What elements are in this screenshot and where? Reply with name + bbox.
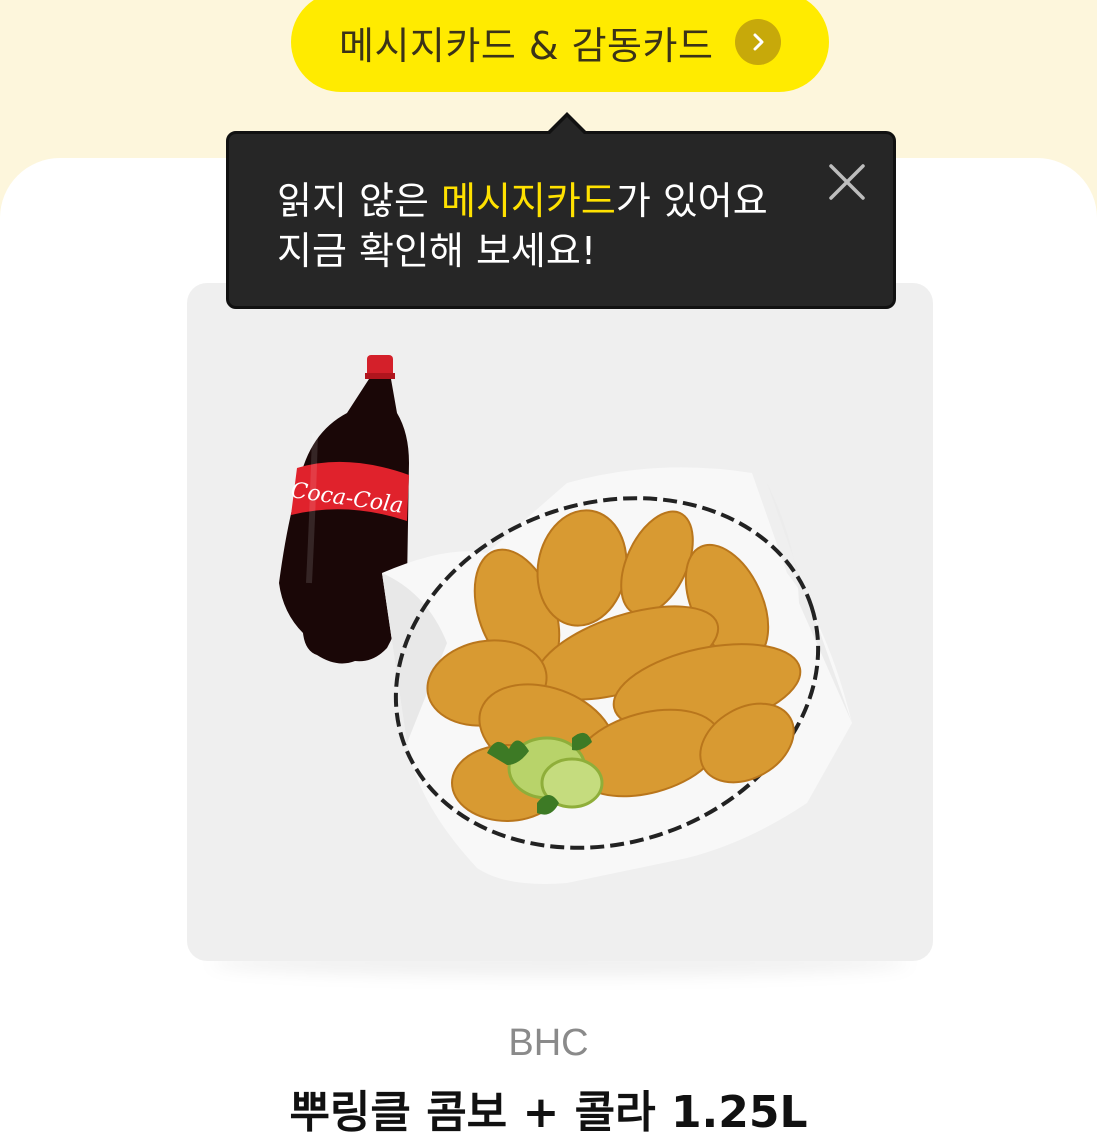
product-image-card[interactable]: Coca-Cola — [187, 283, 933, 961]
message-card-button[interactable]: 메시지카드 & 감동카드 — [291, 0, 829, 92]
tooltip-line-2: 지금 확인해 보세요! — [277, 229, 597, 273]
unread-card-tooltip: 읽지 않은 메시지카드가 있어요 지금 확인해 보세요! — [226, 112, 896, 309]
tooltip-line-1-prefix: 읽지 않은 — [277, 179, 441, 223]
message-card-button-label: 메시지카드 & 감동카드 — [339, 23, 714, 68]
brand-name: BHC — [508, 1022, 589, 1064]
tooltip-message: 읽지 않은 메시지카드가 있어요 지금 확인해 보세요! — [277, 176, 768, 276]
tooltip-highlight: 메시지카드 — [441, 179, 616, 223]
close-icon[interactable] — [825, 160, 869, 204]
tooltip-line-1-suffix: 가 있어요 — [615, 179, 768, 223]
chevron-right-icon — [735, 19, 781, 65]
product-image: Coca-Cola — [279, 355, 852, 884]
product-title: 뿌링클 콤보 + 콜라 1.25L — [289, 1087, 808, 1138]
tooltip-line-1: 읽지 않은 메시지카드가 있어요 — [277, 176, 768, 226]
